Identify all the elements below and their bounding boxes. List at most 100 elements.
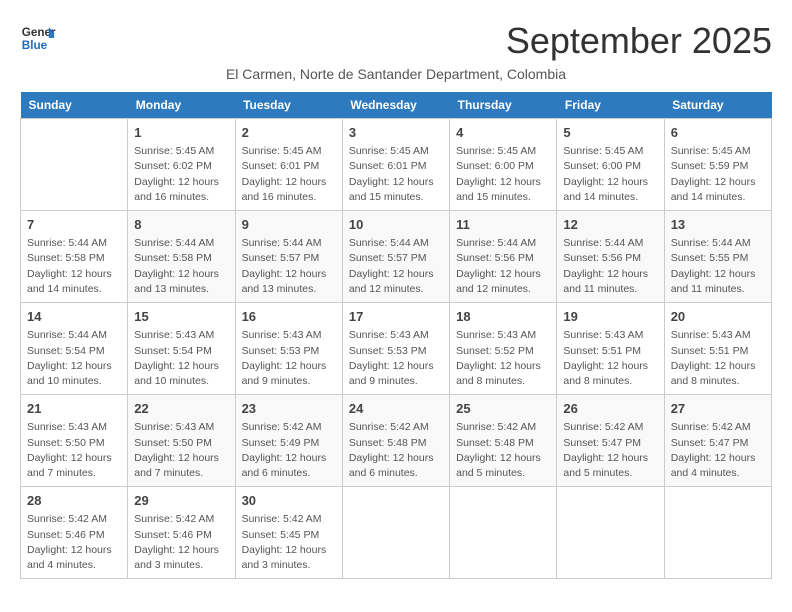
calendar-cell: 15 Sunrise: 5:43 AM Sunset: 5:54 PM Dayli… — [128, 303, 235, 395]
day-info: Sunrise: 5:42 AM Sunset: 5:47 PM Dayligh… — [671, 420, 765, 481]
day-number: 14 — [27, 308, 121, 326]
calendar-cell: 23Sunrise: 5:42 AM Sunset: 5:49 PM Dayli… — [235, 395, 342, 487]
day-header-tuesday: Tuesday — [235, 92, 342, 119]
calendar-cell: 18 Sunrise: 5:43 AM Sunset: 5:52 PM Dayli… — [450, 303, 557, 395]
logo: General Blue — [20, 20, 56, 56]
day-number: 27 — [671, 400, 765, 418]
day-number: 15 — [134, 308, 228, 326]
calendar-header-row: SundayMondayTuesdayWednesdayThursdayFrid… — [21, 92, 772, 119]
calendar-cell: 6 Sunrise: 5:45 AM Sunset: 5:59 PM Daylig… — [664, 119, 771, 211]
day-number: 28 — [27, 492, 121, 510]
day-number: 20 — [671, 308, 765, 326]
day-info: Sunrise: 5:44 AM Sunset: 5:55 PM Dayligh… — [671, 236, 765, 297]
day-number: 25 — [456, 400, 550, 418]
calendar-cell: 11 Sunrise: 5:44 AM Sunset: 5:56 PM Dayli… — [450, 211, 557, 303]
day-info: Sunrise: 5:43 AM Sunset: 5:51 PM Dayligh… — [563, 328, 657, 389]
day-info: Sunrise: 5:45 AM Sunset: 5:59 PM Dayligh… — [671, 144, 765, 205]
calendar-cell: 26 Sunrise: 5:42 AM Sunset: 5:47 PM Dayli… — [557, 395, 664, 487]
calendar-cell: 29 Sunrise: 5:42 AM Sunset: 5:46 PM Dayli… — [128, 487, 235, 579]
calendar-cell — [342, 487, 449, 579]
day-info: Sunrise: 5:43 AM Sunset: 5:54 PM Dayligh… — [134, 328, 228, 389]
calendar-cell: 12 Sunrise: 5:44 AM Sunset: 5:56 PM Dayli… — [557, 211, 664, 303]
day-info: Sunrise: 5:43 AM Sunset: 5:50 PM Dayligh… — [27, 420, 121, 481]
calendar-cell: 4Sunrise: 5:45 AM Sunset: 6:00 PM Daylig… — [450, 119, 557, 211]
calendar-cell: 22 Sunrise: 5:43 AM Sunset: 5:50 PM Dayli… — [128, 395, 235, 487]
day-info: Sunrise: 5:42 AM Sunset: 5:47 PM Dayligh… — [563, 420, 657, 481]
calendar-cell: 3Sunrise: 5:45 AM Sunset: 6:01 PM Daylig… — [342, 119, 449, 211]
day-number: 4 — [456, 124, 550, 142]
calendar-body: 1 Sunrise: 5:45 AM Sunset: 6:02 PM Daylig… — [21, 119, 772, 579]
calendar-cell: 5 Sunrise: 5:45 AM Sunset: 6:00 PM Daylig… — [557, 119, 664, 211]
day-info: Sunrise: 5:44 AM Sunset: 5:58 PM Dayligh… — [27, 236, 121, 297]
week-row-4: 21 Sunrise: 5:43 AM Sunset: 5:50 PM Dayli… — [21, 395, 772, 487]
day-header-saturday: Saturday — [664, 92, 771, 119]
day-info: Sunrise: 5:42 AM Sunset: 5:46 PM Dayligh… — [134, 512, 228, 573]
calendar-cell — [21, 119, 128, 211]
day-number: 23 — [242, 400, 336, 418]
day-number: 3 — [349, 124, 443, 142]
day-info: Sunrise: 5:43 AM Sunset: 5:52 PM Dayligh… — [456, 328, 550, 389]
day-info: Sunrise: 5:45 AM Sunset: 6:00 PM Dayligh… — [563, 144, 657, 205]
day-number: 5 — [563, 124, 657, 142]
week-row-1: 1 Sunrise: 5:45 AM Sunset: 6:02 PM Daylig… — [21, 119, 772, 211]
calendar-cell: 9 Sunrise: 5:44 AM Sunset: 5:57 PM Daylig… — [235, 211, 342, 303]
day-info: Sunrise: 5:43 AM Sunset: 5:53 PM Dayligh… — [242, 328, 336, 389]
calendar-cell: 14 Sunrise: 5:44 AM Sunset: 5:54 PM Dayli… — [21, 303, 128, 395]
day-info: Sunrise: 5:44 AM Sunset: 5:58 PM Dayligh… — [134, 236, 228, 297]
day-info: Sunrise: 5:42 AM Sunset: 5:48 PM Dayligh… — [456, 420, 550, 481]
calendar-cell: 17 Sunrise: 5:43 AM Sunset: 5:53 PM Dayli… — [342, 303, 449, 395]
day-info: Sunrise: 5:44 AM Sunset: 5:56 PM Dayligh… — [456, 236, 550, 297]
day-number: 1 — [134, 124, 228, 142]
week-row-5: 28 Sunrise: 5:42 AM Sunset: 5:46 PM Dayli… — [21, 487, 772, 579]
day-number: 7 — [27, 216, 121, 234]
day-number: 9 — [242, 216, 336, 234]
day-info: Sunrise: 5:44 AM Sunset: 5:57 PM Dayligh… — [349, 236, 443, 297]
day-number: 24 — [349, 400, 443, 418]
day-info: Sunrise: 5:44 AM Sunset: 5:56 PM Dayligh… — [563, 236, 657, 297]
day-number: 26 — [563, 400, 657, 418]
day-number: 11 — [456, 216, 550, 234]
day-info: Sunrise: 5:44 AM Sunset: 5:57 PM Dayligh… — [242, 236, 336, 297]
day-info: Sunrise: 5:44 AM Sunset: 5:54 PM Dayligh… — [27, 328, 121, 389]
day-number: 13 — [671, 216, 765, 234]
calendar-cell — [664, 487, 771, 579]
day-header-friday: Friday — [557, 92, 664, 119]
day-header-sunday: Sunday — [21, 92, 128, 119]
day-info: Sunrise: 5:45 AM Sunset: 6:02 PM Dayligh… — [134, 144, 228, 205]
day-number: 12 — [563, 216, 657, 234]
calendar-cell: 28Sunrise: 5:42 AM Sunset: 5:46 PM Dayli… — [21, 487, 128, 579]
calendar-cell: 21 Sunrise: 5:43 AM Sunset: 5:50 PM Dayli… — [21, 395, 128, 487]
day-number: 18 — [456, 308, 550, 326]
calendar-table: SundayMondayTuesdayWednesdayThursdayFrid… — [20, 92, 772, 579]
day-number: 10 — [349, 216, 443, 234]
day-info: Sunrise: 5:43 AM Sunset: 5:51 PM Dayligh… — [671, 328, 765, 389]
day-number: 6 — [671, 124, 765, 142]
calendar-cell: 20 Sunrise: 5:43 AM Sunset: 5:51 PM Dayli… — [664, 303, 771, 395]
day-info: Sunrise: 5:42 AM Sunset: 5:45 PM Dayligh… — [242, 512, 336, 573]
calendar-cell: 10 Sunrise: 5:44 AM Sunset: 5:57 PM Dayli… — [342, 211, 449, 303]
month-title: September 2025 — [506, 20, 772, 62]
day-number: 30 — [242, 492, 336, 510]
day-header-wednesday: Wednesday — [342, 92, 449, 119]
calendar-cell: 27 Sunrise: 5:42 AM Sunset: 5:47 PM Dayli… — [664, 395, 771, 487]
svg-text:Blue: Blue — [22, 39, 48, 52]
calendar-cell — [557, 487, 664, 579]
day-number: 19 — [563, 308, 657, 326]
day-number: 29 — [134, 492, 228, 510]
day-header-monday: Monday — [128, 92, 235, 119]
calendar-cell: 30 Sunrise: 5:42 AM Sunset: 5:45 PM Dayli… — [235, 487, 342, 579]
calendar-cell: 7 Sunrise: 5:44 AM Sunset: 5:58 PM Daylig… — [21, 211, 128, 303]
calendar-cell: 1 Sunrise: 5:45 AM Sunset: 6:02 PM Daylig… — [128, 119, 235, 211]
day-number: 8 — [134, 216, 228, 234]
day-info: Sunrise: 5:43 AM Sunset: 5:53 PM Dayligh… — [349, 328, 443, 389]
day-number: 17 — [349, 308, 443, 326]
calendar-cell — [450, 487, 557, 579]
week-row-2: 7 Sunrise: 5:44 AM Sunset: 5:58 PM Daylig… — [21, 211, 772, 303]
day-info: Sunrise: 5:43 AM Sunset: 5:50 PM Dayligh… — [134, 420, 228, 481]
day-number: 22 — [134, 400, 228, 418]
subtitle: El Carmen, Norte de Santander Department… — [20, 66, 772, 82]
page-header: General Blue September 2025 — [20, 20, 772, 62]
day-number: 21 — [27, 400, 121, 418]
calendar-cell: 25 Sunrise: 5:42 AM Sunset: 5:48 PM Dayli… — [450, 395, 557, 487]
calendar-cell: 16Sunrise: 5:43 AM Sunset: 5:53 PM Dayli… — [235, 303, 342, 395]
